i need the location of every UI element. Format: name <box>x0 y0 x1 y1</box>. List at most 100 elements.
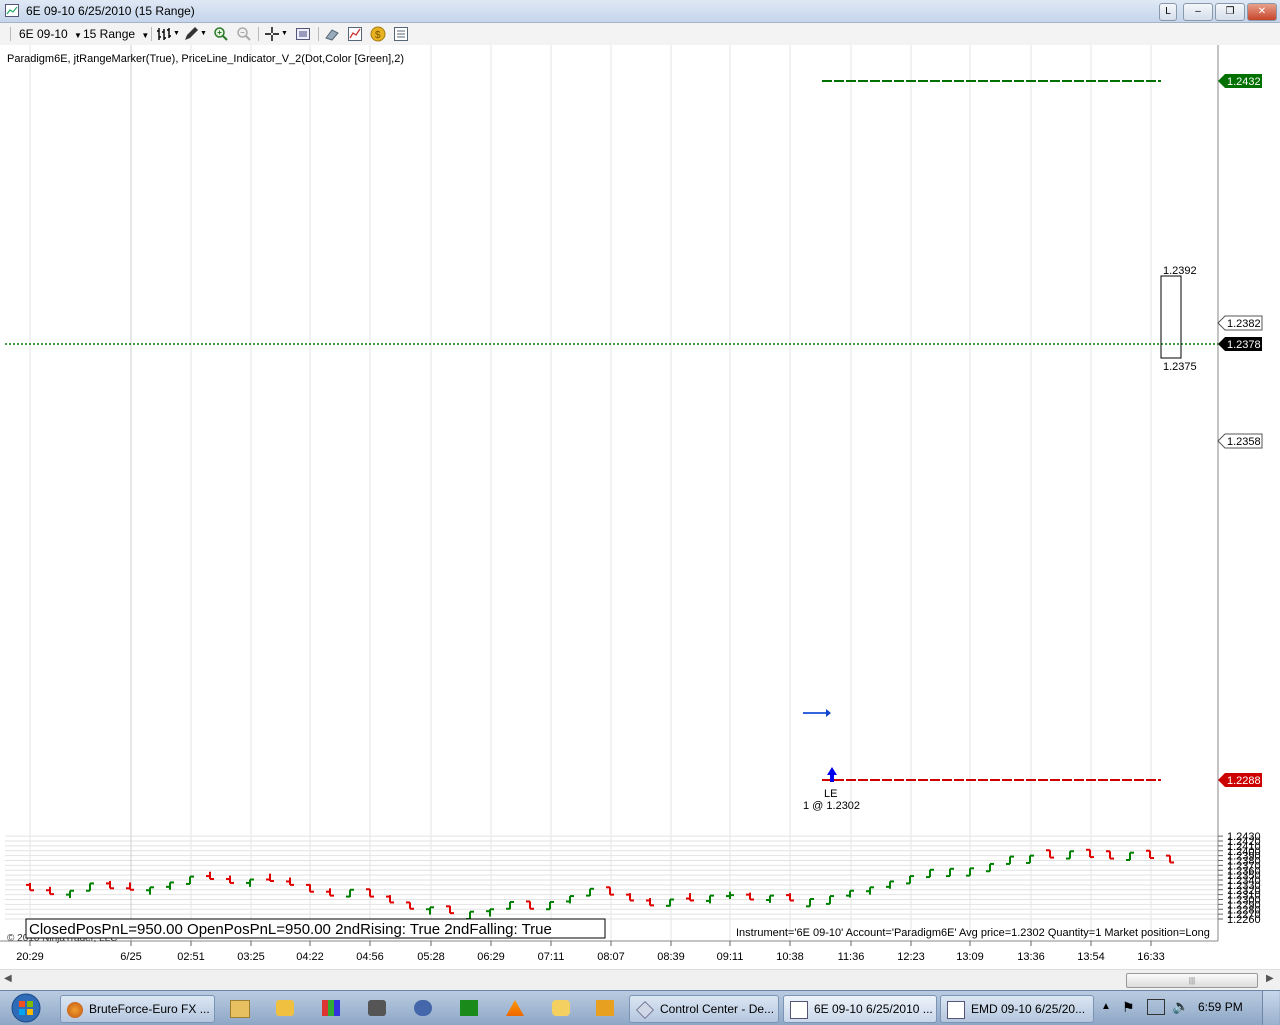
chart-app-icon <box>5 4 19 17</box>
time-tick-label: 03:25 <box>237 951 265 963</box>
period-label: 15 Range <box>83 27 136 41</box>
instrument-dropdown[interactable]: 6E 09-10 ▼ <box>19 26 82 42</box>
stop-price-flag: 1.2288 <box>1218 773 1262 787</box>
messenger-icon[interactable] <box>552 1000 570 1016</box>
zoom-out-icon[interactable] <box>236 26 252 42</box>
gray-price-label-1: 1.2382 <box>1227 318 1261 330</box>
windows-taskbar: BruteForce-Euro FX ... Control Center - … <box>0 990 1280 1025</box>
time-tick-label: 05:28 <box>417 951 445 963</box>
pnl-status-text: ClosedPosPnL=950.00 OpenPosPnL=950.00 2n… <box>29 921 552 938</box>
time-tick-label: 04:22 <box>296 951 324 963</box>
window-title: 6E 09-10 6/25/2010 (15 Range) <box>26 4 195 18</box>
pencil-app-icon[interactable] <box>596 1000 614 1016</box>
entry-signal-label: LE <box>824 788 837 800</box>
chart-indicator-header: Paradigm6E, jtRangeMarker(True), PriceLi… <box>7 53 404 65</box>
control-center-icon <box>636 1000 654 1019</box>
task-bruteforce[interactable]: BruteForce-Euro FX ... <box>60 995 215 1023</box>
task-label: 6E 09-10 6/25/2010 ... <box>814 1002 933 1016</box>
time-tick-label: 07:11 <box>538 951 565 963</box>
show-hidden-icons-icon[interactable]: ▲ <box>1101 1001 1111 1012</box>
strategy-icon[interactable] <box>347 26 363 42</box>
price-tick-label: 1.2260 <box>1227 914 1261 926</box>
toolbar-separator <box>151 27 152 41</box>
chart-icon <box>947 1000 965 1019</box>
toolbar-separator <box>258 27 259 41</box>
gold-coin-icon[interactable]: $ <box>370 26 386 42</box>
time-tick-label: 13:54 <box>1077 951 1105 963</box>
chart-background <box>0 45 1280 965</box>
toolbar-separator <box>10 27 11 41</box>
clock[interactable]: 6:59 PM <box>1198 1000 1243 1014</box>
task-emd-chart[interactable]: EMD 09-10 6/25/20... <box>940 995 1094 1023</box>
time-tick-label: 08:07 <box>597 951 625 963</box>
ninjatrader-icon[interactable] <box>460 1000 478 1016</box>
position-info-text: Instrument='6E 09-10' Account='Paradigm6… <box>736 927 1210 939</box>
time-tick-label: 12:23 <box>897 951 925 963</box>
gray-price-label-2: 1.2358 <box>1227 436 1261 448</box>
gray-price-flag: 1.2382 <box>1217 315 1263 331</box>
time-tick-label: 10:38 <box>776 951 804 963</box>
close-button[interactable]: ✕ <box>1247 3 1277 21</box>
scroll-right-icon[interactable]: ▶ <box>1266 973 1274 984</box>
horizontal-scrollbar[interactable]: ◀ ||| ▶ <box>0 969 1280 990</box>
crosshair-icon[interactable] <box>264 26 280 42</box>
price-chart[interactable]: 1.24301.24201.24101.24001.23901.23801.23… <box>0 45 1280 965</box>
data-box-icon[interactable] <box>295 26 311 42</box>
task-6e-chart[interactable]: 6E 09-10 6/25/2010 ... <box>783 995 937 1023</box>
target-price-label: 1.2432 <box>1227 76 1261 88</box>
period-dropdown[interactable]: 15 Range ▼ <box>83 26 149 42</box>
volume-icon[interactable]: 🔈 <box>1172 998 1189 1015</box>
entry-fill-label: 1 @ 1.2302 <box>803 800 860 812</box>
chevron-down-icon[interactable]: ▼ <box>200 30 207 37</box>
last-price-flag: 1.2378 <box>1218 337 1262 351</box>
chevron-down-icon: ▼ <box>141 31 150 40</box>
chart-list-icon[interactable] <box>393 26 409 42</box>
task-label: BruteForce-Euro FX ... <box>89 1002 210 1016</box>
chart-icon <box>790 1000 808 1019</box>
show-desktop-button[interactable] <box>1262 991 1279 1025</box>
time-tick-label: 13:09 <box>956 951 984 963</box>
gray-price-flag: 1.2358 <box>1217 433 1263 449</box>
drawing-pencil-icon[interactable] <box>183 26 199 42</box>
task-label: EMD 09-10 6/25/20... <box>971 1002 1086 1016</box>
last-price-label: 1.2378 <box>1227 339 1261 351</box>
zoom-in-icon[interactable] <box>213 26 229 42</box>
properties-icon[interactable] <box>324 26 340 42</box>
chevron-down-icon[interactable]: ▼ <box>281 30 288 37</box>
scroll-left-icon[interactable]: ◀ <box>4 973 12 984</box>
time-tick-label: 11:36 <box>838 951 865 963</box>
task-control-center[interactable]: Control Center - De... <box>629 995 779 1023</box>
title-bar: 6E 09-10 6/25/2010 (15 Range) L – ❐ ✕ <box>0 0 1280 23</box>
time-tick-label: 02:51 <box>177 951 205 963</box>
flag-icon[interactable]: ⚑ <box>1122 999 1135 1016</box>
range-marker-low: 1.2375 <box>1163 361 1197 373</box>
network-icon[interactable] <box>414 1000 432 1016</box>
time-tick-label: 16:33 <box>1137 951 1165 963</box>
bar-style-icon[interactable] <box>156 26 172 42</box>
svg-text:$: $ <box>375 30 381 41</box>
media-player-icon[interactable] <box>276 1000 294 1016</box>
instrument-label: 6E 09-10 <box>19 27 68 41</box>
scroll-thumb[interactable]: ||| <box>1126 973 1258 988</box>
camera-icon[interactable] <box>368 1000 386 1016</box>
start-button[interactable] <box>6 992 46 1024</box>
network-tray-icon[interactable] <box>1147 999 1165 1015</box>
paint-icon[interactable] <box>322 1000 340 1016</box>
firefox-icon <box>67 1001 83 1018</box>
time-tick-label: 6/25 <box>120 951 141 963</box>
minimize-button[interactable]: – <box>1183 3 1213 21</box>
time-tick-label: 08:39 <box>657 951 685 963</box>
time-tick-label: 13:36 <box>1017 951 1045 963</box>
link-button[interactable]: L <box>1159 3 1177 21</box>
chevron-down-icon[interactable]: ▼ <box>173 30 180 37</box>
folder-icon[interactable] <box>230 1000 250 1018</box>
stop-price-label: 1.2288 <box>1227 775 1261 787</box>
range-marker-high: 1.2392 <box>1163 265 1197 277</box>
chevron-down-icon: ▼ <box>74 31 82 40</box>
maximize-button[interactable]: ❐ <box>1215 3 1245 21</box>
toolbar-separator <box>318 27 319 41</box>
task-label: Control Center - De... <box>660 1002 775 1016</box>
vlc-icon[interactable] <box>506 1000 524 1016</box>
target-price-flag: 1.2432 <box>1218 74 1262 88</box>
time-tick-label: 04:56 <box>356 951 384 963</box>
